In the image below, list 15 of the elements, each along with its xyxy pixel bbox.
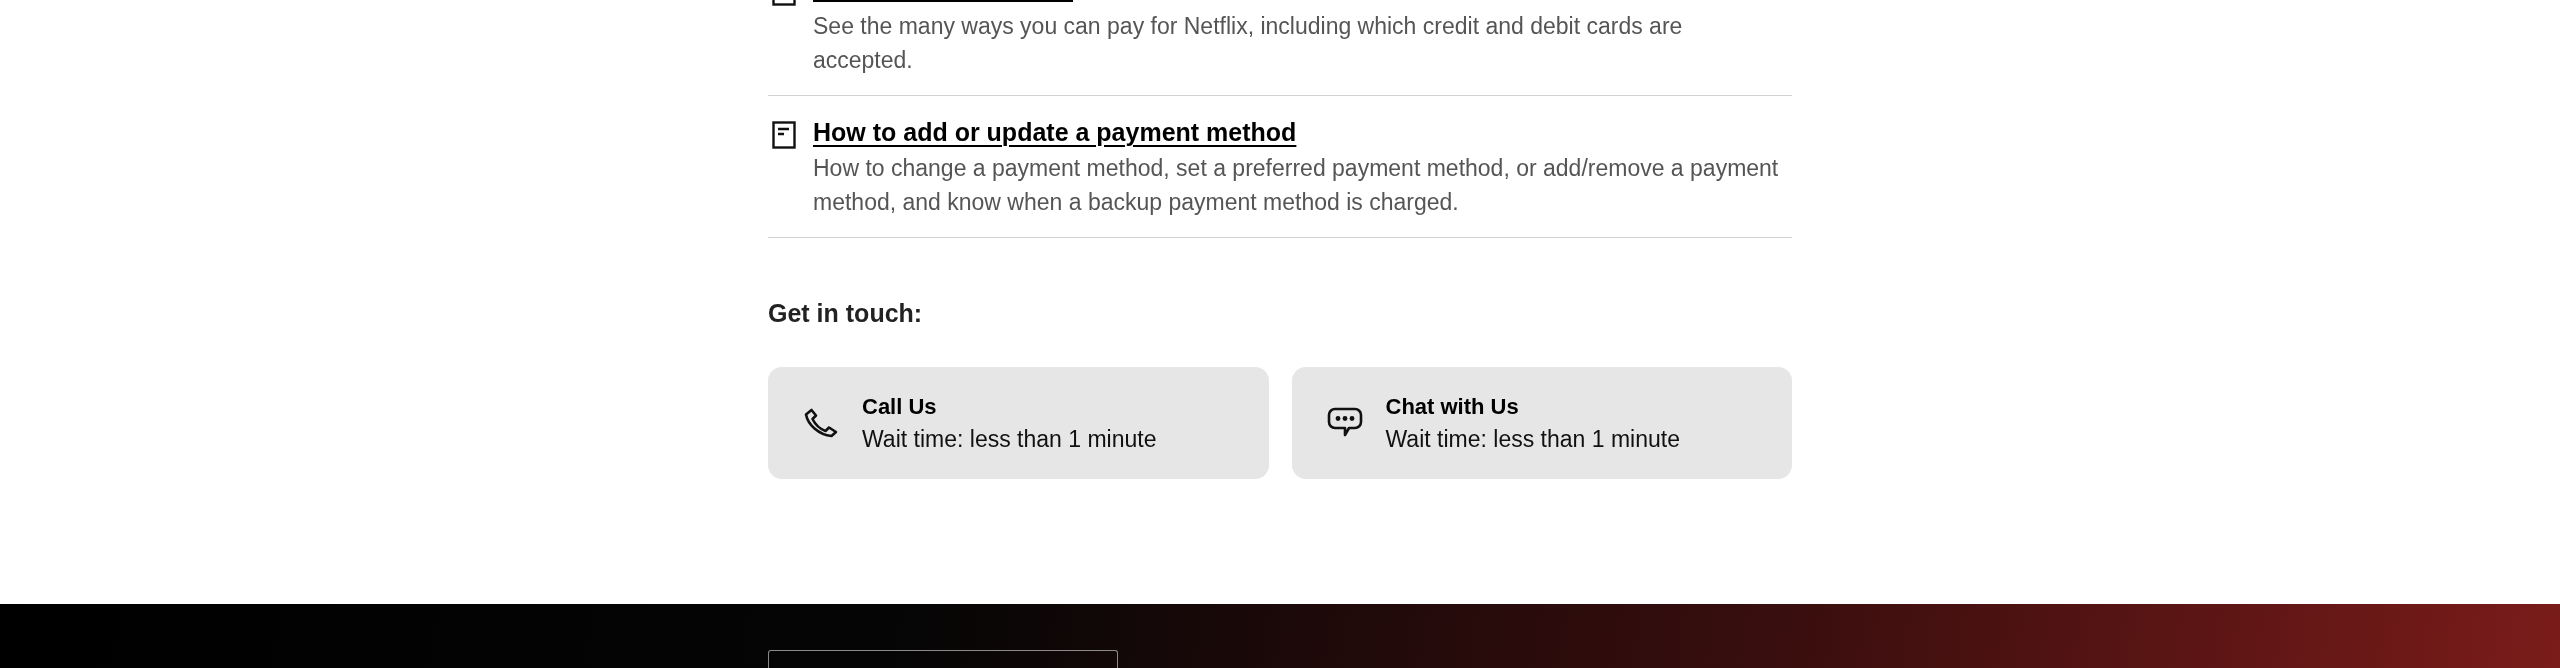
phone-icon xyxy=(803,408,839,438)
contact-option-card[interactable]: Call Us Wait time: less than 1 minute xyxy=(768,367,1269,479)
contact-option-card[interactable]: Chat with Us Wait time: less than 1 minute xyxy=(1291,367,1792,479)
wait-time: Wait time: less than 1 minute xyxy=(1385,425,1680,454)
outlined-field[interactable] xyxy=(768,650,1118,668)
document-icon xyxy=(772,0,796,6)
article-description: How to change a payment method, set a preferred payment method, or add/remove a payment method, and know when a backup payment method is charged. xyxy=(813,154,1780,217)
wait-time: Wait time: less than 1 minute xyxy=(862,425,1157,454)
option-title: Chat with Us xyxy=(1385,393,1520,421)
article-description: See the many ways you can pay for Netflix, including which credit and debit cards are accepted. xyxy=(813,12,1684,75)
section-heading: Get in touch: xyxy=(768,298,923,329)
option-title: Call Us xyxy=(862,393,938,421)
article-link[interactable]: How to add or update a payment method xyxy=(813,115,1297,149)
chat-bubble-icon xyxy=(1326,407,1363,439)
document-icon xyxy=(772,121,796,149)
